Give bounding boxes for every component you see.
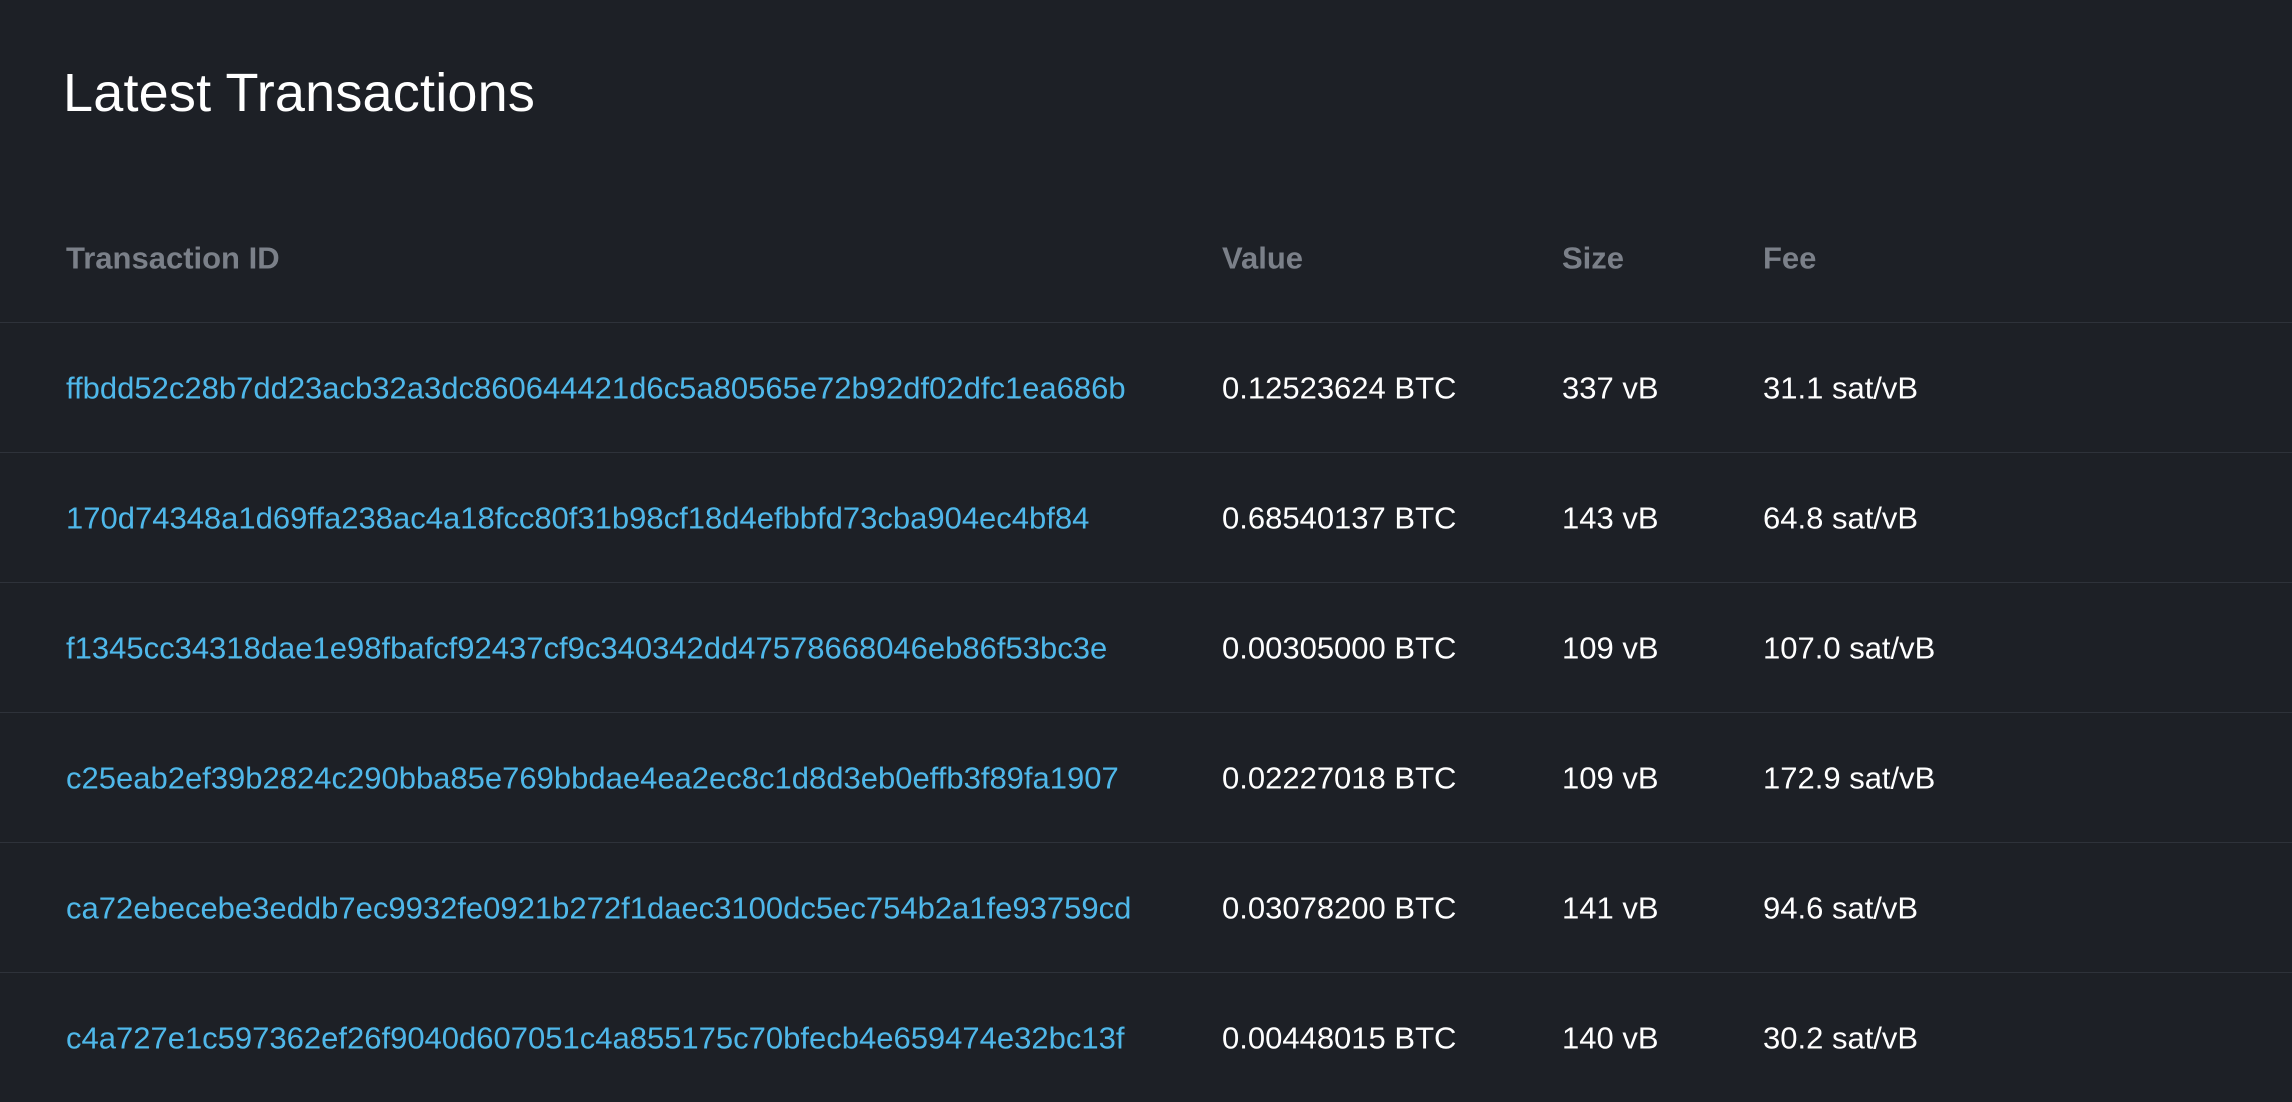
transaction-value: 0.68540137 BTC xyxy=(1222,500,1457,535)
transaction-size: 141 vB xyxy=(1562,890,1659,925)
transaction-id-link[interactable]: c25eab2ef39b2824c290bba85e769bbdae4ea2ec… xyxy=(66,762,1119,793)
table-header: Transaction ID Value Size Fee xyxy=(0,194,2292,323)
table-row: c25eab2ef39b2824c290bba85e769bbdae4ea2ec… xyxy=(0,713,2292,843)
transaction-value: 0.00448015 BTC xyxy=(1222,1020,1457,1055)
transaction-size: 140 vB xyxy=(1562,1020,1659,1055)
table-row: ffbdd52c28b7dd23acb32a3dc860644421d6c5a8… xyxy=(0,323,2292,453)
transaction-size: 109 vB xyxy=(1562,630,1659,665)
transaction-id-link[interactable]: ffbdd52c28b7dd23acb32a3dc860644421d6c5a8… xyxy=(66,372,1126,403)
table-row: c4a727e1c597362ef26f9040d607051c4a855175… xyxy=(0,973,2292,1102)
column-header-value: Value xyxy=(1222,240,1303,276)
transaction-fee: 64.8 sat/vB xyxy=(1763,500,1919,535)
transactions-table: Transaction ID Value Size Fee ffbdd52c28… xyxy=(0,194,2292,1102)
transaction-fee: 94.6 sat/vB xyxy=(1763,890,1919,925)
transaction-fee: 107.0 sat/vB xyxy=(1763,630,1936,665)
transaction-value: 0.02227018 BTC xyxy=(1222,760,1457,795)
transaction-size: 337 vB xyxy=(1562,370,1659,405)
column-header-size: Size xyxy=(1562,240,1625,276)
transaction-id-link[interactable]: c4a727e1c597362ef26f9040d607051c4a855175… xyxy=(66,1022,1124,1053)
transaction-id-link[interactable]: f1345cc34318dae1e98fbafcf92437cf9c340342… xyxy=(66,632,1107,663)
table-row: ca72ebecebe3eddb7ec9932fe0921b272f1daec3… xyxy=(0,843,2292,973)
transaction-value: 0.00305000 BTC xyxy=(1222,630,1457,665)
transaction-id-link[interactable]: 170d74348a1d69ffa238ac4a18fcc80f31b98cf1… xyxy=(66,502,1089,533)
column-header-transaction-id: Transaction ID xyxy=(66,240,280,276)
transaction-size: 143 vB xyxy=(1562,500,1659,535)
transaction-value: 0.12523624 BTC xyxy=(1222,370,1457,405)
transaction-id-link[interactable]: ca72ebecebe3eddb7ec9932fe0921b272f1daec3… xyxy=(66,892,1131,923)
column-header-fee: Fee xyxy=(1763,240,1817,276)
table-row: f1345cc34318dae1e98fbafcf92437cf9c340342… xyxy=(0,583,2292,713)
table-row: 170d74348a1d69ffa238ac4a18fcc80f31b98cf1… xyxy=(0,453,2292,583)
page-title: Latest Transactions xyxy=(63,63,536,123)
transaction-value: 0.03078200 BTC xyxy=(1222,890,1457,925)
transaction-fee: 31.1 sat/vB xyxy=(1763,370,1919,405)
transaction-fee: 172.9 sat/vB xyxy=(1763,760,1936,795)
transaction-size: 109 vB xyxy=(1562,760,1659,795)
transaction-fee: 30.2 sat/vB xyxy=(1763,1020,1919,1055)
latest-transactions-page: Latest Transactions Transaction ID Value… xyxy=(0,0,2292,1102)
